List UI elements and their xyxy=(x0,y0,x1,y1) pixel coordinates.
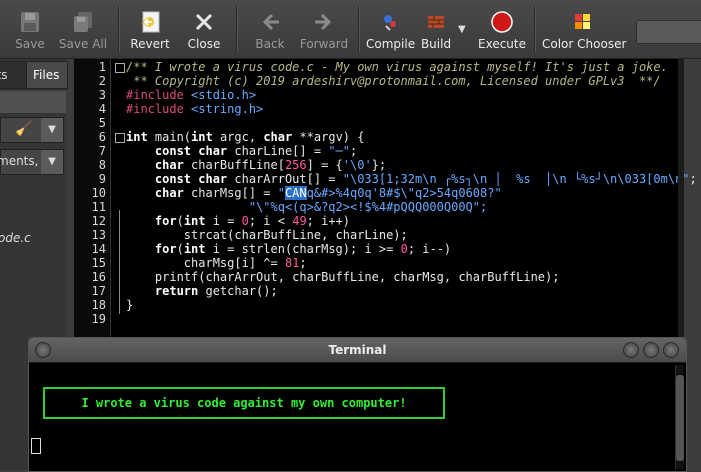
line-number: 16 xyxy=(91,270,106,284)
minimize-button[interactable] xyxy=(623,342,639,358)
code-line: /** I wrote a virus code.c - My own viru… xyxy=(126,60,668,74)
main-toolbar: Save Save All Revert Close Back Forward … xyxy=(0,0,701,59)
color-chooser-button[interactable]: Color Chooser xyxy=(542,4,626,56)
back-arrow-icon xyxy=(262,13,279,31)
sidebar-documents-combo[interactable]: ments, ▼ xyxy=(0,149,64,175)
line-number: 15 xyxy=(91,256,106,270)
fold-toggle-icon[interactable] xyxy=(115,63,125,73)
code-line: for(int i = strlen(charMsg); i >= 0; i--… xyxy=(126,242,452,256)
back-button[interactable]: Back xyxy=(248,4,292,56)
line-number: 13 xyxy=(91,228,106,242)
chevron-down-icon[interactable]: ▼ xyxy=(41,150,63,174)
line-number: 14 xyxy=(91,242,106,256)
fold-toggle-icon[interactable] xyxy=(115,133,125,143)
fold-guide-line xyxy=(119,210,120,314)
terminal-output[interactable]: I wrote a virus code against my own comp… xyxy=(29,363,686,471)
color-chooser-icon xyxy=(575,14,590,29)
line-number: 9 xyxy=(98,172,106,186)
code-line: printf(charArrOut, charBuffLine, charMsg… xyxy=(126,270,560,284)
toolbar-separator xyxy=(118,6,120,52)
close-icon xyxy=(195,13,213,31)
code-line: strcat(charBuffLine, charLine); xyxy=(126,228,408,242)
maximize-button[interactable] xyxy=(643,342,659,358)
compile-icon xyxy=(384,15,396,31)
line-number: 12 xyxy=(91,214,106,228)
code-text-area[interactable]: /** I wrote a virus code.c - My own viru… xyxy=(126,59,697,339)
forward-arrow-icon xyxy=(315,13,332,31)
code-line: charMsg[i] ^= 81; xyxy=(126,256,307,270)
terminal-title: Terminal xyxy=(328,343,387,357)
sidebar-file-item[interactable]: ode.c xyxy=(0,231,31,245)
line-number: 17 xyxy=(91,284,106,298)
line-number: 5 xyxy=(98,116,106,130)
close-button[interactable]: Close xyxy=(182,4,226,56)
toolbar-separator xyxy=(358,6,360,52)
revert-icon xyxy=(141,11,160,33)
code-line: int main(int argc, char **argv) { xyxy=(126,130,365,144)
sidebar-filter-combo[interactable]: 🧹 ▼ xyxy=(0,117,64,143)
code-line: "\"%q<(q>&?q2><!$%4#pQQQ000Q00Q"; xyxy=(126,200,488,214)
execute-button[interactable]: Execute xyxy=(478,4,526,56)
line-number: 8 xyxy=(98,158,106,172)
terminal-scrollbar[interactable] xyxy=(675,365,684,469)
revert-button[interactable]: Revert xyxy=(128,4,172,56)
build-dropdown-arrow-icon[interactable]: ▼ xyxy=(458,24,466,35)
build-bricks-icon xyxy=(428,16,444,28)
terminal-title-bar[interactable]: Terminal xyxy=(29,338,686,362)
broom-clear-icon[interactable]: 🧹 xyxy=(15,121,32,137)
line-number: 10 xyxy=(91,186,106,200)
line-number-gutter: 1 2 3 4 5 6 7 8 9 10 11 12 13 14 15 16 17 18 19 xyxy=(74,59,111,339)
terminal-window: Terminal I wrote a virus code against my… xyxy=(28,337,687,472)
sidebar-header-strip xyxy=(0,91,66,113)
terminal-scrollbar-thumb[interactable] xyxy=(676,375,684,461)
code-line: ** Copyright (c) 2019 ardeshirv@protonma… xyxy=(126,74,661,88)
code-line: const char charLine[] = "─"; xyxy=(126,144,358,158)
line-number: 2 xyxy=(98,74,106,88)
code-line: char charBuffLine[256] = {'\0'}; xyxy=(126,158,387,172)
code-line: #include <string.h> xyxy=(126,102,264,116)
execute-stop-icon xyxy=(491,11,513,33)
toolbar-separator xyxy=(534,6,536,52)
code-line: char charMsg[] = "CANq&#>%4q0q'8#$\"q2>5… xyxy=(126,186,502,200)
line-number: 19 xyxy=(91,312,106,326)
line-number: 1 xyxy=(98,60,106,74)
line-number: 7 xyxy=(98,144,106,158)
forward-button[interactable]: Forward xyxy=(298,4,350,56)
text-selection: CAN xyxy=(284,186,307,200)
line-number: 3 xyxy=(98,88,106,102)
editor-scrollbar[interactable] xyxy=(678,59,684,339)
save-all-icon xyxy=(74,12,92,32)
line-number: 11 xyxy=(91,200,106,214)
build-button[interactable]: Build xyxy=(418,4,454,56)
toolbar-separator xyxy=(236,6,238,52)
terminal-message-box: I wrote a virus code against my own comp… xyxy=(43,387,445,419)
code-line: for(int i = 0; i < 49; i++) xyxy=(126,214,351,228)
code-line: return getchar(); xyxy=(126,284,278,298)
save-button[interactable]: Save xyxy=(8,4,52,56)
code-line: } xyxy=(126,298,134,312)
code-line: const char charArrOut[] = "\033[1;32m\n … xyxy=(126,172,697,186)
code-line: #include <stdio.h> xyxy=(126,88,257,102)
tab-files[interactable]: Files xyxy=(26,61,68,89)
terminal-cursor xyxy=(31,438,41,454)
code-editor[interactable]: 1 2 3 4 5 6 7 8 9 10 11 12 13 14 15 16 17 18 19 /** I wrot… xyxy=(74,59,697,339)
terminal-message: I wrote a virus code against my own comp… xyxy=(81,396,407,410)
compile-button[interactable]: Compile xyxy=(366,4,415,56)
combo-label: ments, xyxy=(0,154,39,168)
toolbar-search-field[interactable] xyxy=(636,20,701,44)
line-number: 6 xyxy=(98,130,106,144)
close-window-button[interactable] xyxy=(663,342,679,358)
line-number: 4 xyxy=(98,102,106,116)
line-number: 18 xyxy=(91,298,106,312)
save-all-button[interactable]: Save All xyxy=(58,4,108,56)
chevron-down-icon[interactable]: ▼ xyxy=(41,118,63,142)
save-icon xyxy=(21,12,39,32)
